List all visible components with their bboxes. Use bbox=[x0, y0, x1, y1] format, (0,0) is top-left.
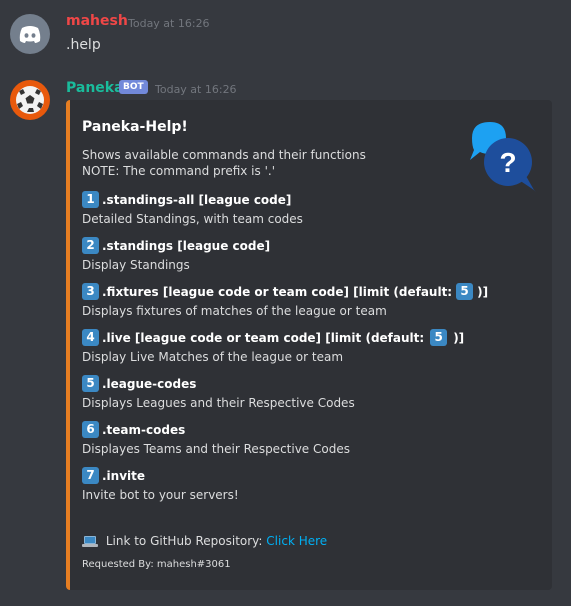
command-description: Displays Leagues and their Respective Co… bbox=[82, 396, 355, 410]
laptop-icon bbox=[82, 536, 98, 547]
command-standings-all: 1 .standings-all [league code] bbox=[82, 191, 291, 208]
embed-title: Paneka-Help! bbox=[82, 119, 188, 135]
keycap-7-icon: 7 bbox=[82, 467, 99, 484]
bot-avatar[interactable] bbox=[10, 80, 50, 120]
command-live: 4 .live [league code or team code] [limi… bbox=[82, 329, 464, 346]
command-invite: 7 .invite bbox=[82, 467, 145, 484]
keycap-5-icon: 5 bbox=[456, 283, 474, 300]
command-text: .live [league code or team code] [limit … bbox=[102, 330, 425, 345]
command-description: Detailed Standings, with team codes bbox=[82, 212, 303, 226]
github-link-row: Link to GitHub Repository: Click Here bbox=[82, 534, 327, 548]
bot-tag: BOT bbox=[119, 80, 148, 94]
command-text: .league-codes bbox=[102, 376, 197, 391]
github-link[interactable]: Click Here bbox=[266, 534, 327, 548]
keycap-3-icon: 3 bbox=[82, 283, 99, 300]
help-speech-bubbles-icon: ? bbox=[470, 122, 536, 192]
command-text: .team-codes bbox=[102, 422, 186, 437]
timestamp: Today at 16:26 bbox=[155, 83, 237, 96]
command-description: Display Standings bbox=[82, 258, 190, 272]
keycap-1-icon: 1 bbox=[82, 191, 99, 208]
keycap-4-icon: 4 bbox=[82, 329, 99, 346]
command-standings: 2 .standings [league code] bbox=[82, 237, 270, 254]
github-link-text: Link to GitHub Repository: bbox=[105, 534, 263, 548]
svg-text:?: ? bbox=[499, 147, 516, 178]
command-text: .standings-all [league code] bbox=[102, 192, 292, 207]
command-text-end: )] bbox=[453, 330, 465, 345]
command-fixtures: 3 .fixtures [league code or team code] [… bbox=[82, 283, 488, 300]
embed-footer: Requested By: mahesh#3061 bbox=[82, 559, 231, 570]
username-paneka[interactable]: Paneka bbox=[66, 80, 124, 96]
help-embed: Paneka-Help! ? Shows available commands … bbox=[66, 100, 552, 590]
command-team-codes: 6 .team-codes bbox=[82, 421, 185, 438]
command-league-codes: 5 .league-codes bbox=[82, 375, 196, 392]
embed-description-line1: Shows available commands and their funct… bbox=[82, 148, 366, 162]
message-content: .help bbox=[66, 37, 101, 53]
keycap-5-icon: 5 bbox=[82, 375, 99, 392]
timestamp: Today at 16:26 bbox=[128, 17, 210, 30]
keycap-5-icon: 5 bbox=[430, 329, 448, 346]
command-text: .fixtures [league code or team code] [li… bbox=[102, 284, 453, 299]
embed-description-line2: NOTE: The command prefix is '.' bbox=[82, 164, 275, 178]
keycap-6-icon: 6 bbox=[82, 421, 99, 438]
command-description: Displayes Teams and their Respective Cod… bbox=[82, 442, 350, 456]
user-avatar[interactable] bbox=[10, 14, 50, 54]
command-text: .standings [league code] bbox=[102, 238, 271, 253]
command-text-end: )] bbox=[477, 284, 489, 299]
command-description: Display Live Matches of the league or te… bbox=[82, 350, 344, 364]
command-description: Invite bot to your servers! bbox=[82, 488, 239, 502]
command-text: .invite bbox=[102, 468, 146, 483]
soccer-ball-icon bbox=[16, 86, 44, 114]
keycap-2-icon: 2 bbox=[82, 237, 99, 254]
discord-logo-icon bbox=[19, 26, 41, 43]
command-description: Displays fixtures of matches of the leag… bbox=[82, 304, 387, 318]
username-mahesh[interactable]: mahesh bbox=[66, 13, 128, 29]
